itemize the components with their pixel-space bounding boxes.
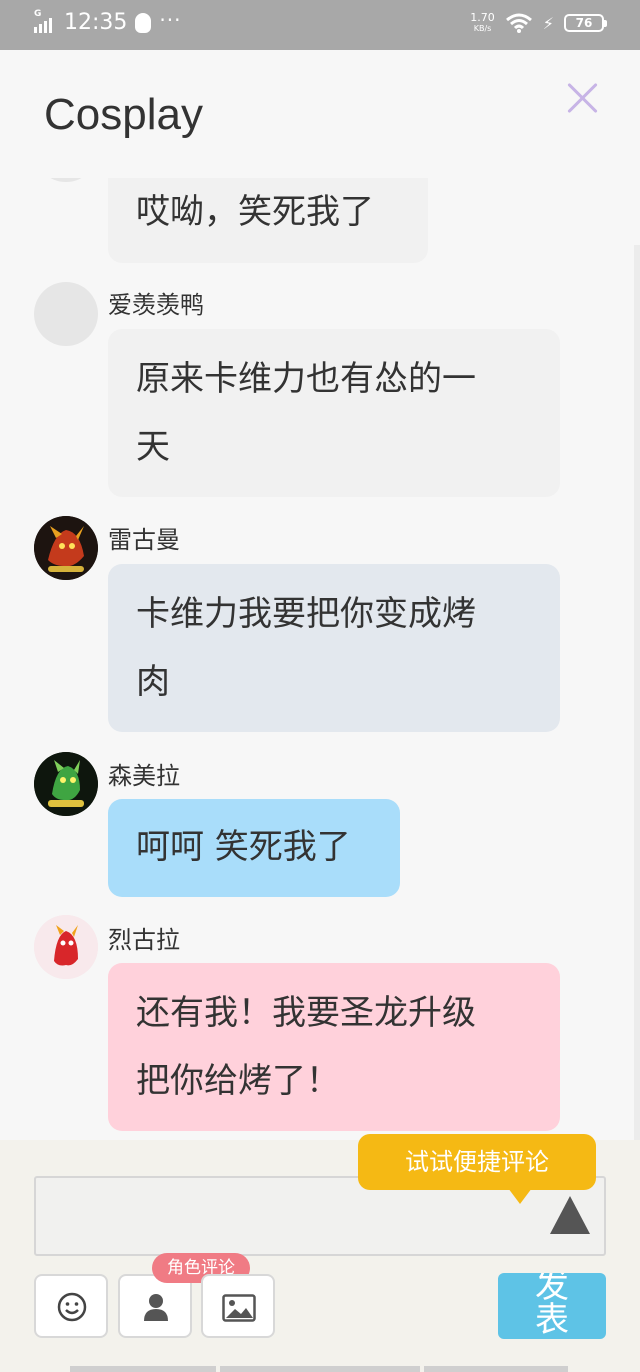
message-bubble: 卡维力我要把你变成烤 肉 (108, 564, 560, 732)
emoji-icon (57, 1292, 87, 1322)
image-icon (222, 1294, 256, 1322)
close-icon[interactable] (566, 82, 598, 114)
message-bubble: 原来卡维力也有怂的一 天 (108, 329, 560, 497)
comment-composer: 试试便捷评论 角色评论 发表 (0, 1134, 640, 1372)
avatar[interactable] (34, 178, 98, 182)
image-button[interactable] (201, 1274, 275, 1338)
message-text-line: 卡维力我要把你变成烤 (136, 594, 476, 634)
emoji-button[interactable] (34, 1274, 108, 1338)
message-text: 哎呦，笑死我了 (136, 192, 374, 232)
page-title: Cosplay (44, 90, 203, 139)
message-bubble: 还有我！我要圣龙升级 把你给烤了！ (108, 963, 560, 1131)
send-label: 发表 (535, 1273, 569, 1339)
quick-comment-tooltip[interactable]: 试试便捷评论 (358, 1134, 596, 1204)
qq-icon (135, 12, 152, 33)
username: 雷古曼 (108, 526, 180, 554)
status-bar: G 12:35 ··· 1.70 KB/s ⚡ 76 (0, 0, 640, 50)
dragon-avatar-image (34, 516, 98, 580)
message-text-line: 把你给烤了！ (136, 1061, 340, 1101)
status-right: 1.70 KB/s ⚡ 76 (470, 12, 607, 34)
chat-list[interactable]: 哎呦，笑死我了 爱羡羡鸭 原来卡维力也有怂的一 天 雷古曼 卡维力我要把你变成烤… (0, 178, 640, 1140)
signal-icon: G (34, 9, 52, 33)
avatar[interactable] (34, 752, 98, 816)
person-icon (144, 1294, 168, 1321)
bottom-tab-indicator (424, 1366, 568, 1372)
up-arrow-icon[interactable] (550, 1196, 590, 1234)
username: 森美拉 (108, 762, 180, 790)
username: 烈古拉 (108, 926, 180, 954)
avatar[interactable] (34, 915, 98, 979)
speed-unit: KB/s (473, 24, 492, 33)
charging-icon: ⚡ (542, 13, 554, 33)
dragon-avatar-image (34, 915, 98, 979)
message-text: 呵呵 笑死我了 (136, 827, 351, 867)
username: 爱羡羡鸭 (108, 291, 204, 319)
bottom-tab-indicator (220, 1366, 420, 1372)
more-notifications: ··· (159, 7, 182, 32)
network-type: G (34, 8, 42, 19)
message-text-line: 肉 (136, 662, 170, 702)
avatar[interactable] (34, 282, 98, 346)
dragon-avatar-image (34, 752, 98, 816)
send-button[interactable]: 发表 (498, 1273, 606, 1339)
status-left: G 12:35 ··· (34, 7, 182, 35)
role-comment-button[interactable] (118, 1274, 192, 1338)
clock: 12:35 (64, 10, 128, 35)
wifi-icon (505, 13, 532, 33)
network-speed: 1.70 KB/s (470, 12, 495, 34)
message-bubble: 呵呵 笑死我了 (108, 799, 400, 897)
message-text-line: 原来卡维力也有怂的一 (136, 359, 476, 399)
avatar[interactable] (34, 516, 98, 580)
bottom-tab-indicator (70, 1366, 216, 1372)
message-bubble: 哎呦，笑死我了 (108, 178, 428, 263)
message-text-line: 天 (136, 427, 170, 467)
message-text-line: 还有我！我要圣龙升级 (136, 993, 476, 1033)
battery-icon: 76 (564, 14, 607, 32)
